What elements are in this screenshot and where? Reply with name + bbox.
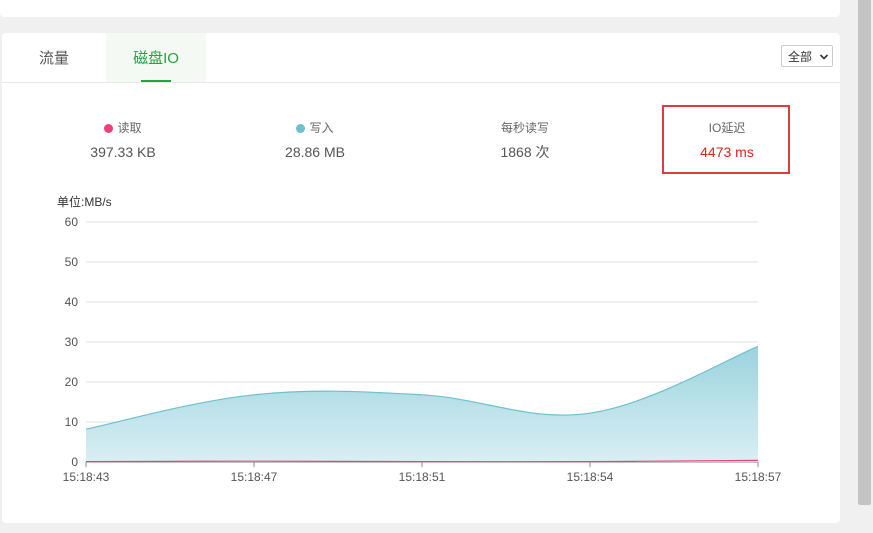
tab-flow[interactable]: 流量 bbox=[2, 33, 106, 82]
write-legend-dot bbox=[296, 124, 306, 133]
y-tick-label: 20 bbox=[65, 375, 79, 389]
stat-write: 写入 28.86 MB bbox=[230, 119, 400, 161]
x-tick-label: 15:18:57 bbox=[735, 470, 782, 484]
y-tick-label: 10 bbox=[65, 415, 79, 429]
scrollbar-thumb[interactable] bbox=[858, 0, 871, 505]
y-tick-label: 0 bbox=[71, 455, 78, 469]
stat-read-value: 397.33 KB bbox=[90, 144, 156, 160]
stat-latency-value: 4473 ms bbox=[700, 144, 754, 160]
stat-write-label: 写入 bbox=[309, 121, 334, 135]
stat-read: 读取 397.33 KB bbox=[38, 119, 208, 161]
tab-disk-io[interactable]: 磁盘IO bbox=[106, 33, 206, 82]
stat-ops: 每秒读写 1868 次 bbox=[440, 119, 610, 161]
stat-write-value: 28.86 MB bbox=[285, 144, 345, 160]
x-tick-label: 15:18:47 bbox=[231, 470, 278, 484]
x-tick-label: 15:18:51 bbox=[399, 470, 446, 484]
y-tick-label: 40 bbox=[65, 295, 79, 309]
disk-filter-select[interactable]: 全部 bbox=[781, 45, 833, 67]
disk-io-panel: 流量 磁盘IO 全部 读取 397.33 KB 写入 28.86 MB 每秒读写… bbox=[2, 33, 840, 523]
stat-ops-value: 1868 次 bbox=[500, 144, 550, 160]
stat-read-label: 读取 bbox=[117, 121, 142, 135]
active-tab-indicator bbox=[141, 80, 171, 82]
stat-latency-label: IO延迟 bbox=[708, 121, 746, 135]
disk-filter-value: 全部 bbox=[788, 50, 813, 64]
y-tick-label: 30 bbox=[65, 335, 79, 349]
x-tick-label: 15:18:54 bbox=[567, 470, 614, 484]
chevron-down-icon bbox=[819, 46, 829, 76]
read-legend-dot bbox=[104, 124, 114, 133]
y-tick-label: 50 bbox=[65, 255, 79, 269]
tab-bar: 流量 磁盘IO 全部 bbox=[2, 33, 840, 83]
top-panel bbox=[0, 0, 840, 17]
x-tick-label: 15:18:43 bbox=[63, 470, 110, 484]
write-series-area bbox=[86, 346, 758, 462]
stat-latency: IO延迟 4473 ms bbox=[662, 119, 792, 161]
stat-ops-label: 每秒读写 bbox=[500, 121, 549, 135]
disk-io-chart: 0 10 20 30 40 50 60 15:18:43 15:18:47 15:18:51 15:… bbox=[63, 215, 782, 484]
y-tick-label: 60 bbox=[65, 215, 79, 229]
